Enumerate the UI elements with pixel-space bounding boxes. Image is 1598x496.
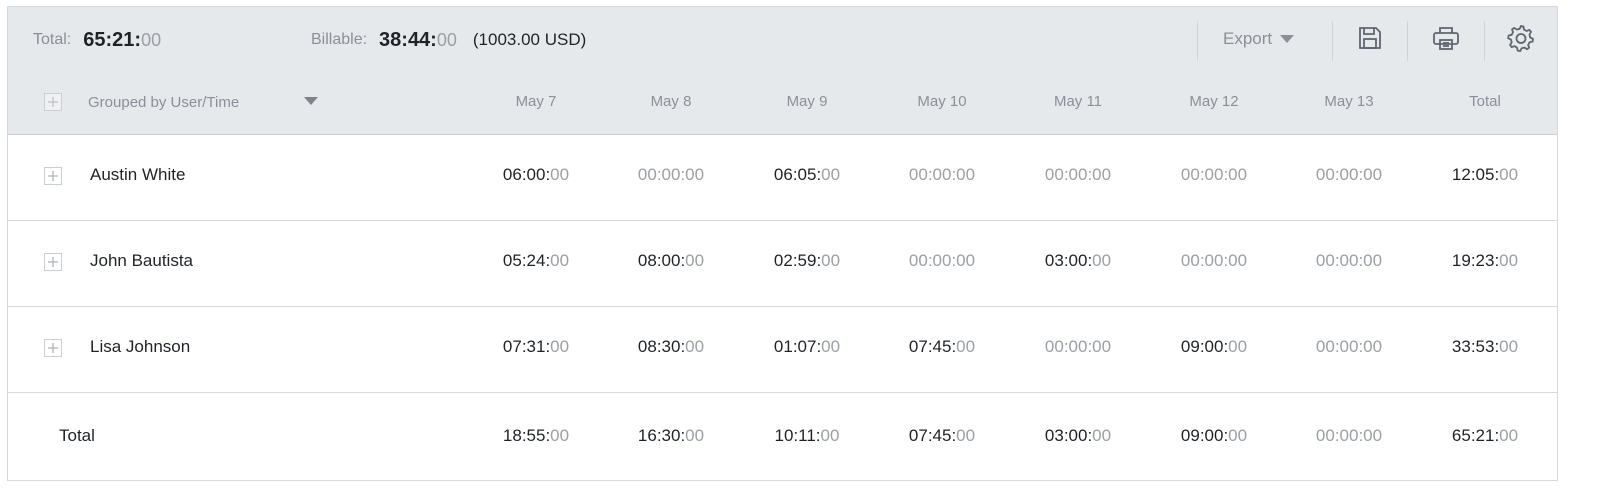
column-header-date[interactable]: May 9 bbox=[747, 93, 867, 110]
column-header-date[interactable]: May 10 bbox=[882, 93, 1002, 110]
time-cell: 65:21:00 bbox=[1451, 426, 1519, 445]
time-cell: 06:05:00 bbox=[773, 165, 841, 184]
plus-icon bbox=[48, 257, 58, 267]
export-dropdown[interactable]: Export bbox=[1223, 29, 1295, 49]
caret-down-icon bbox=[304, 97, 318, 105]
plus-icon bbox=[48, 171, 58, 181]
expand-row-toggle[interactable] bbox=[44, 167, 62, 185]
time-cell: 05:24:00 bbox=[502, 251, 570, 270]
totals-label: Total bbox=[59, 426, 95, 445]
user-row[interactable]: John Bautista 05:24:00 08:00:00 02:59:00 00:… bbox=[8, 220, 1557, 307]
toolbar-divider bbox=[1407, 21, 1408, 61]
plus-icon bbox=[48, 343, 58, 353]
time-cell: 07:31:00 bbox=[502, 337, 570, 356]
time-cell: 09:00:00 bbox=[1180, 426, 1248, 445]
time-cell: 18:55:00 bbox=[502, 426, 570, 445]
toolbar-divider bbox=[1197, 21, 1198, 61]
time-cell: 16:30:00 bbox=[637, 426, 705, 445]
print-icon bbox=[1433, 27, 1459, 50]
plus-icon bbox=[48, 97, 58, 107]
save-icon bbox=[1359, 27, 1381, 49]
expand-all-toggle[interactable] bbox=[44, 93, 62, 111]
time-cell: 00:00:00 bbox=[1044, 337, 1112, 356]
time-cell: 00:00:00 bbox=[1180, 251, 1248, 270]
time-cell: 00:00:00 bbox=[1315, 251, 1383, 270]
billable-amount: (1003.00 USD) bbox=[472, 30, 587, 49]
expand-row-toggle[interactable] bbox=[44, 253, 62, 271]
time-cell: 06:00:00 bbox=[502, 165, 570, 184]
toolbar-divider bbox=[1484, 21, 1485, 61]
column-header-date[interactable]: May 8 bbox=[611, 93, 731, 110]
chevron-down-icon bbox=[1280, 35, 1295, 43]
billable-label: Billable: bbox=[311, 31, 368, 48]
user-name: John Bautista bbox=[90, 251, 194, 270]
column-header-date[interactable]: May 12 bbox=[1154, 93, 1274, 110]
print-button[interactable] bbox=[1429, 21, 1463, 55]
total-value: 65:21:00 bbox=[83, 28, 162, 51]
save-button[interactable] bbox=[1353, 21, 1387, 55]
time-cell: 07:45:00 bbox=[908, 337, 976, 356]
column-header-date[interactable]: May 13 bbox=[1289, 93, 1409, 110]
grouping-label: Grouped by User/Time bbox=[88, 93, 240, 111]
time-cell: 00:00:00 bbox=[1315, 337, 1383, 356]
billable-value: 38:44:00 bbox=[379, 28, 457, 51]
gear-icon bbox=[1507, 24, 1534, 52]
column-header-row: Grouped by User/Time May 7 May 8 May 9 M… bbox=[8, 81, 1557, 123]
time-cell: 19:23:00 bbox=[1451, 251, 1519, 270]
time-cell: 33:53:00 bbox=[1451, 337, 1519, 356]
time-cell: 00:00:00 bbox=[908, 165, 976, 184]
user-name: Lisa Johnson bbox=[90, 337, 191, 356]
user-row[interactable]: Lisa Johnson 07:31:00 08:30:00 01:07:00 07:4… bbox=[8, 306, 1557, 393]
time-cell: 07:45:00 bbox=[908, 426, 976, 445]
time-cell: 00:00:00 bbox=[1315, 165, 1383, 184]
settings-button[interactable] bbox=[1504, 21, 1538, 55]
time-cell: 12:05:00 bbox=[1451, 165, 1519, 184]
time-report: Total: 65:21:00 Billable: 38:44:00 (1003… bbox=[7, 6, 1558, 481]
time-cell: 08:00:00 bbox=[637, 251, 705, 270]
time-cell: 00:00:00 bbox=[1180, 165, 1248, 184]
time-cell: 00:00:00 bbox=[908, 251, 976, 270]
report-header: Total: 65:21:00 Billable: 38:44:00 (1003… bbox=[8, 7, 1557, 135]
column-header-date[interactable]: May 11 bbox=[1018, 93, 1138, 110]
user-name: Austin White bbox=[90, 165, 186, 184]
column-header-date[interactable]: May 7 bbox=[476, 93, 596, 110]
toolbar-divider bbox=[1332, 21, 1333, 61]
time-cell: 02:59:00 bbox=[773, 251, 841, 270]
grouping-select[interactable]: Grouped by User/Time bbox=[88, 91, 318, 113]
time-cell: 01:07:00 bbox=[773, 337, 841, 356]
time-cell: 00:00:00 bbox=[637, 165, 705, 184]
time-cell: 00:00:00 bbox=[1315, 426, 1383, 445]
total-label: Total: bbox=[33, 31, 72, 48]
column-header-total[interactable]: Total bbox=[1425, 93, 1545, 110]
billable-summary: Billable: 38:44:00 (1003.00 USD) bbox=[311, 7, 586, 73]
user-row[interactable]: Austin White 06:00:00 00:00:00 06:05:00 00:0… bbox=[8, 134, 1557, 221]
time-cell: 03:00:00 bbox=[1044, 426, 1112, 445]
total-summary: Total: 65:21:00 bbox=[33, 7, 161, 73]
time-cell: 03:00:00 bbox=[1044, 251, 1112, 270]
time-cell: 09:00:00 bbox=[1180, 337, 1248, 356]
time-cell: 00:00:00 bbox=[1044, 165, 1112, 184]
expand-row-toggle[interactable] bbox=[44, 339, 62, 357]
export-label: Export bbox=[1223, 29, 1273, 48]
totals-row: Total 18:55:00 16:30:00 10:11:00 07:45:00 03:… bbox=[8, 392, 1557, 480]
time-cell: 08:30:00 bbox=[637, 337, 705, 356]
time-cell: 10:11:00 bbox=[774, 426, 840, 445]
